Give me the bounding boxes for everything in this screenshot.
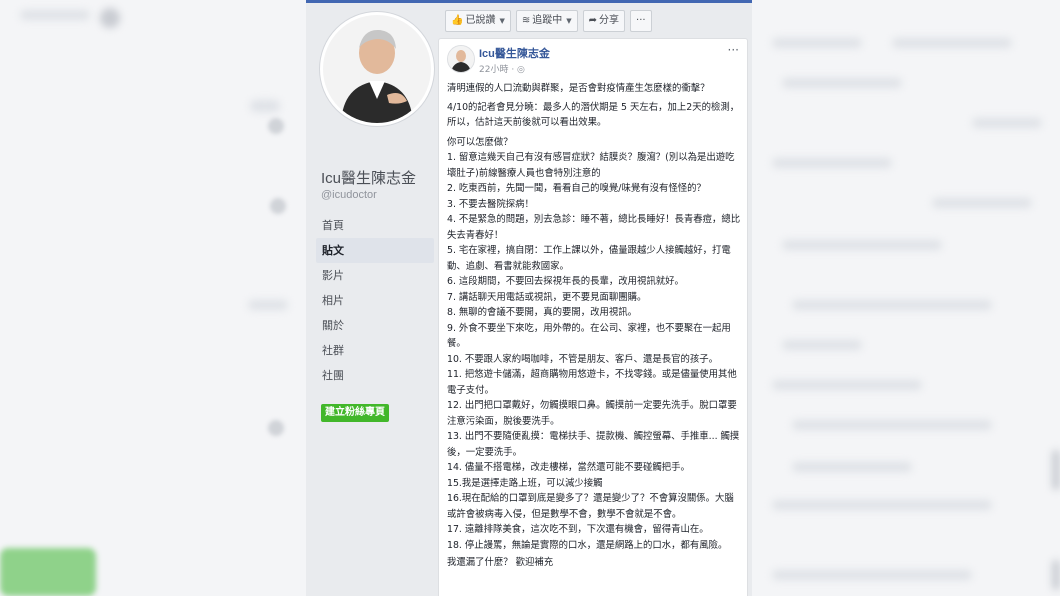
chevron-down-icon: ▼	[499, 17, 505, 25]
page-name[interactable]: Icu醫生陳志金	[321, 167, 416, 188]
nav-item-groups[interactable]: 社團	[316, 363, 434, 388]
list-item: 2. 吃東西前，先聞一聞，看看自己的嗅覺/味覺有沒有怪怪的？	[447, 183, 706, 194]
list-item: 17. 遠離排隊美食，這次吃不到，下次還有機會，留得青山在。	[447, 524, 709, 535]
list-item: 13. 出門不要隨便亂摸：電梯扶手、提款機、觸控螢幕、手推車... 觸摸後，一定…	[447, 431, 740, 458]
list-item: 8. 無聊的會議不要開，真的要開，改用視訊。	[447, 307, 638, 318]
post-presser: 4/10的記者會見分曉：最多人的潛伏期是 5 天左右，加上2天的檢測，所以，估計…	[447, 101, 740, 129]
header-bar-edge	[306, 0, 752, 3]
background-right-blur	[752, 0, 1060, 596]
more-options-button[interactable]: ···	[630, 10, 652, 32]
rss-icon: ≋	[521, 15, 531, 26]
list-item: 15.我是選擇走路上班，可以減少接觸	[447, 477, 603, 489]
avatar-portrait-icon	[448, 46, 474, 72]
tips-list: 1. 留意這幾天自己有沒有感冒症狀？結膜炎？腹瀉？(別以為是出遊吃壞肚子)前線醫…	[447, 150, 743, 553]
list-item: 18. 停止謾罵，無論是實際的口水，還是網路上的口水，都有風險。	[447, 539, 728, 551]
following-button[interactable]: ≋ 追蹤中 ▼	[515, 10, 578, 32]
list-item: 3. 不要去醫院探病！	[447, 198, 534, 210]
post-question: 你可以怎麼做？	[447, 136, 513, 148]
nav-item-community[interactable]: 社群	[316, 338, 434, 363]
nav-item-videos[interactable]: 影片	[316, 263, 434, 288]
post-more-button[interactable]: ···	[728, 43, 739, 57]
profile-picture[interactable]	[320, 12, 434, 126]
list-item: 1. 留意這幾天自己有沒有感冒症狀？結膜炎？腹瀉？(別以為是出遊吃壞肚子)前線醫…	[447, 152, 735, 179]
nav-item-home[interactable]: 首頁	[316, 213, 434, 238]
list-item: 12. 出門把口罩戴好，勿觸摸眼口鼻。觸摸前一定要先洗手。脫口罩要注意污染面，脫…	[447, 400, 737, 427]
chevron-down-icon: ▼	[566, 17, 572, 25]
nav-item-about[interactable]: 關於	[316, 313, 434, 338]
post-timestamp[interactable]: 22小時 · ◎	[479, 62, 525, 75]
page-action-bar: 👍 已說讚 ▼ ≋ 追蹤中 ▼ ➦ 分享 ···	[445, 10, 652, 32]
thumbs-up-icon: 👍	[451, 15, 464, 26]
list-item: 16.現在配給的口罩到底是變多了？還是變少了？不會算沒關係。大腦或許會被病毒入侵…	[447, 493, 734, 520]
facebook-page-frame: Icu醫生陳志金 @icudoctor 首頁 貼文 影片 相片 關於 社群 社團…	[306, 0, 752, 596]
page-handle[interactable]: @icudoctor	[321, 189, 377, 201]
author-avatar[interactable]	[447, 45, 475, 73]
list-item: 9. 外食不要坐下來吃，用外帶的。在公司、家裡，也不要聚在一起用餐。	[447, 322, 731, 350]
post-intro: 清明連假的人口流動與群聚，是否會對疫情產生怎麼樣的衝擊？	[447, 83, 710, 94]
create-page-button[interactable]: 建立粉絲專頁	[321, 404, 389, 422]
post-closing: 我還漏了什麼？ 歡迎補充	[447, 557, 554, 568]
liked-button[interactable]: 👍 已說讚 ▼	[445, 10, 511, 32]
page-nav: 首頁 貼文 影片 相片 關於 社群 社團	[316, 213, 434, 388]
list-item: 5. 宅在家裡，搞自閉：工作上課以外，儘量跟越少人接觸越好，打電動、追劇、看書就…	[447, 245, 731, 272]
list-item: 4. 不是緊急的問題，別去急診：睡不著，總比長睡好！長青春痘，總比失去青春好！	[447, 214, 741, 241]
post-author[interactable]: Icu醫生陳志金	[479, 45, 550, 61]
list-item: 7. 講話聊天用電話或視訊，更不要見面聊團購。	[447, 291, 647, 303]
list-item: 14. 儘量不搭電梯，改走樓梯，當然還可能不要碰觸把手。	[447, 462, 690, 473]
list-item: 6. 這段期間，不要回去探視年長的長輩，改用視訊就好。	[447, 276, 684, 287]
nav-item-photos[interactable]: 相片	[316, 288, 434, 313]
share-label: 分享	[599, 15, 620, 26]
background-left-blur	[0, 0, 306, 596]
share-button[interactable]: ➦ 分享	[582, 10, 626, 32]
post-body: 清明連假的人口流動與群聚，是否會對疫情產生怎麼樣的衝擊？ 4/10的記者會見分曉…	[447, 81, 743, 571]
profile-portrait-icon	[323, 15, 431, 123]
nav-item-posts[interactable]: 貼文	[316, 238, 434, 263]
list-item: 11. 把悠遊卡儲滿，超商購物用悠遊卡，不找零錢。或是儘量使用其他電子支付。	[447, 369, 737, 396]
list-item: 10. 不要跟人家約喝咖啡，不管是朋友、客戶、還是長官的孩子。	[447, 353, 719, 365]
post-time-label: 22小時 ·	[479, 65, 518, 75]
post-card: Icu醫生陳志金 22小時 · ◎ ··· 清明連假的人口流動與群聚，是否會對疫…	[438, 38, 748, 596]
share-arrow-icon: ➦	[588, 15, 598, 26]
liked-label: 已說讚	[465, 15, 496, 26]
following-label: 追蹤中	[532, 15, 563, 26]
globe-icon: ◎	[517, 65, 525, 75]
